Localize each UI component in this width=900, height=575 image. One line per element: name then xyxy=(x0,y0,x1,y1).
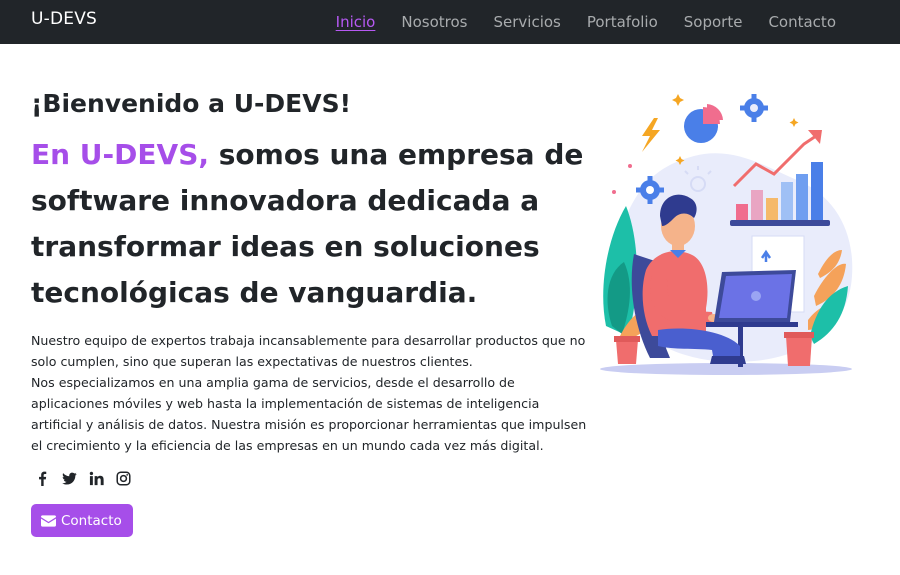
contact-button-label: Contacto xyxy=(61,512,122,529)
instagram-icon[interactable] xyxy=(115,470,131,486)
linkedin-icon[interactable] xyxy=(88,470,104,486)
nav-link-contacto[interactable]: Contacto xyxy=(768,13,836,31)
nav-link-servicios[interactable]: Servicios xyxy=(493,13,560,31)
hero-description: Nuestro equipo de expertos trabaja incan… xyxy=(31,330,591,456)
contact-button[interactable]: Contacto xyxy=(31,504,133,537)
description-paragraph-2: Nos especializamos en una amplia gama de… xyxy=(31,375,587,453)
envelope-icon xyxy=(41,514,56,527)
description-paragraph-1: Nuestro equipo de expertos trabaja incan… xyxy=(31,333,586,369)
nav-links: Inicio Nosotros Servicios Portafolio Sop… xyxy=(336,0,836,44)
developer-illustration xyxy=(600,94,853,375)
facebook-icon[interactable] xyxy=(34,470,50,486)
twitter-icon[interactable] xyxy=(61,470,77,486)
nav-link-portafolio[interactable]: Portafolio xyxy=(587,13,658,31)
social-links xyxy=(34,470,131,486)
nav-link-inicio[interactable]: Inicio xyxy=(336,13,376,31)
navbar: U-DEVS Inicio Nosotros Servicios Portafo… xyxy=(0,0,900,44)
nav-link-nosotros[interactable]: Nosotros xyxy=(401,13,467,31)
nav-link-soporte[interactable]: Soporte xyxy=(684,13,743,31)
hero-headline: En U-DEVS, somos una empresa de software… xyxy=(31,132,591,316)
headline-accent: En U-DEVS, xyxy=(31,138,210,171)
welcome-heading: ¡Bienvenido a U-DEVS! xyxy=(31,89,352,118)
brand-logo[interactable]: U-DEVS xyxy=(31,9,97,29)
